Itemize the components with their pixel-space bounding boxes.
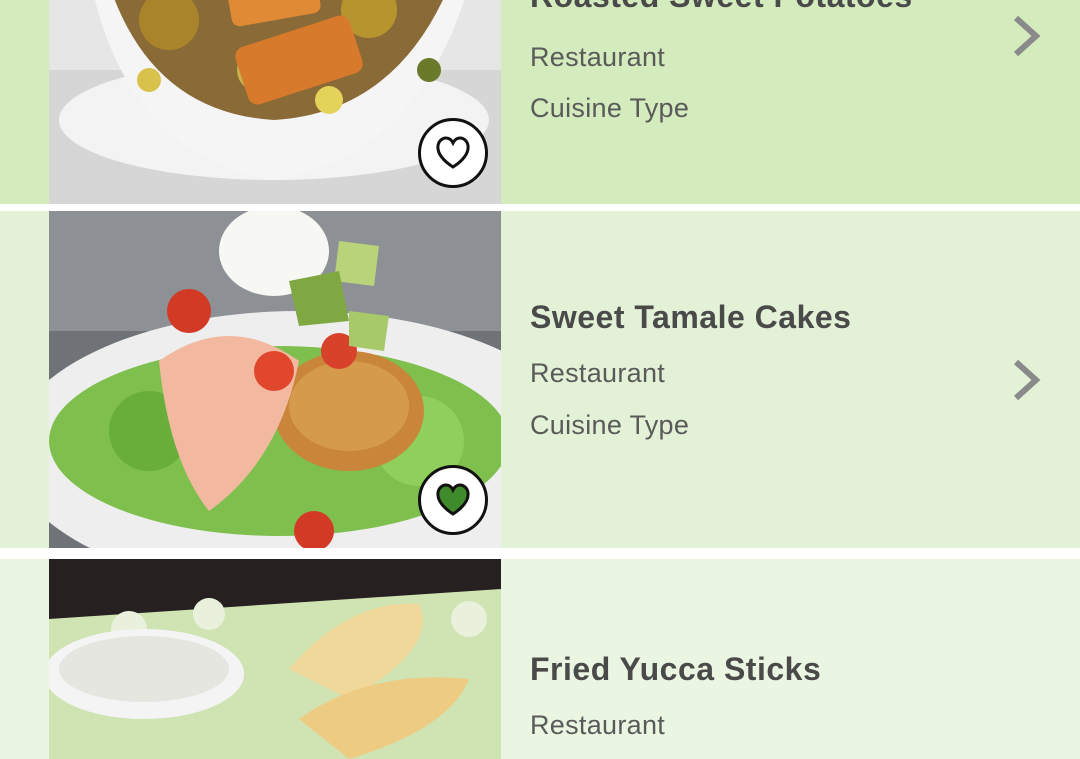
favorite-button[interactable]	[418, 118, 488, 188]
heart-filled-icon	[436, 483, 470, 516]
item-title: Sweet Tamale Cakes	[530, 299, 852, 335]
list-item[interactable]: Roasted Sweet Potatoes Restaurant Cuisin…	[0, 0, 1080, 204]
item-title: Roasted Sweet Potatoes	[530, 0, 913, 15]
list-item[interactable]: Sweet Tamale Cakes Restaurant Cuisine Ty…	[0, 211, 1080, 548]
cuisine-label: Cuisine Type	[530, 93, 690, 123]
list-item[interactable]: Fried Yucca Sticks Restaurant	[0, 559, 1080, 759]
item-title: Fried Yucca Sticks	[530, 651, 822, 687]
heart-icon	[436, 136, 470, 169]
chevron-right-icon	[1013, 15, 1041, 57]
dish-photo	[49, 559, 501, 759]
item-text: Roasted Sweet Potatoes	[530, 0, 913, 15]
restaurant-label: Restaurant	[530, 358, 666, 388]
restaurant-label: Restaurant	[530, 710, 666, 740]
chevron-right-icon	[1013, 359, 1041, 401]
cuisine-label: Cuisine Type	[530, 410, 690, 440]
restaurant-label: Restaurant	[530, 42, 666, 72]
favorite-button[interactable]	[418, 465, 488, 535]
